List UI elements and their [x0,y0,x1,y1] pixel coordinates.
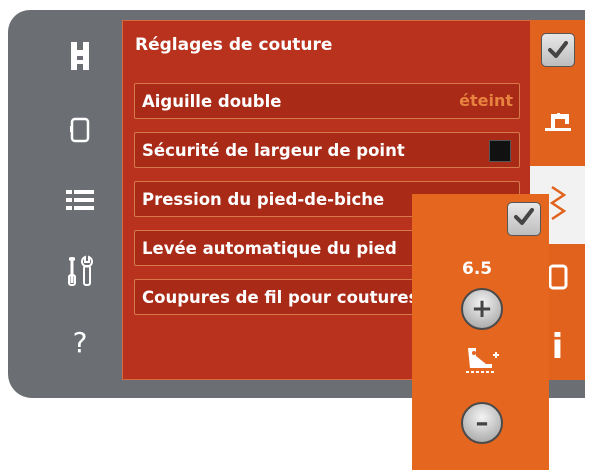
pressure-value: 6.5 [462,259,493,279]
plus-icon: + [471,294,493,324]
help-icon: ? [72,325,88,359]
popup-confirm-button[interactable] [507,202,541,236]
setting-row-twin-needle[interactable]: Aiguille double éteint [134,83,520,119]
presser-foot-pressure-popup: 6.5 + – [412,194,549,470]
sidebar-item-tools[interactable] [50,249,110,293]
panel-title: Réglages de couture [135,35,333,55]
decrease-button[interactable]: – [461,402,503,444]
setting-label: Pression du pied-de-biche [142,189,385,209]
setting-label: Levée automatique du pied [142,238,397,258]
screen-icon [547,263,569,295]
checkmark-icon [513,207,535,231]
device-icon [69,116,91,144]
presser-foot-icon [67,41,93,71]
tab-confirm[interactable] [530,20,585,80]
increase-button[interactable]: + [461,288,503,330]
minus-icon: – [475,408,489,438]
setting-value: éteint [459,91,513,110]
setting-row-stitch-width-safety[interactable]: Sécurité de largeur de point [134,132,520,168]
tab-sewing-machine[interactable] [530,80,585,166]
presser-foot-pressure-icon [462,344,502,380]
sidebar-item-list[interactable] [50,178,110,222]
zigzag-stitch-icon [546,183,570,227]
stitch-width-safety-checkbox[interactable] [489,140,511,162]
setting-label: Coupures de fil pour coutures [142,287,419,307]
setting-label: Sécurité de largeur de point [142,140,405,160]
setting-label: Aiguille double [142,91,282,111]
sewing-machine-icon [543,110,573,136]
info-icon: i [551,327,564,367]
sidebar-item-presser-foot[interactable] [50,34,110,78]
sidebar-item-device[interactable] [50,108,110,152]
sidebar-item-help[interactable]: ? [50,320,110,364]
checkmark-icon [540,33,575,67]
sidebar: ? [50,34,110,364]
list-icon [66,189,94,211]
tools-icon [67,255,93,287]
